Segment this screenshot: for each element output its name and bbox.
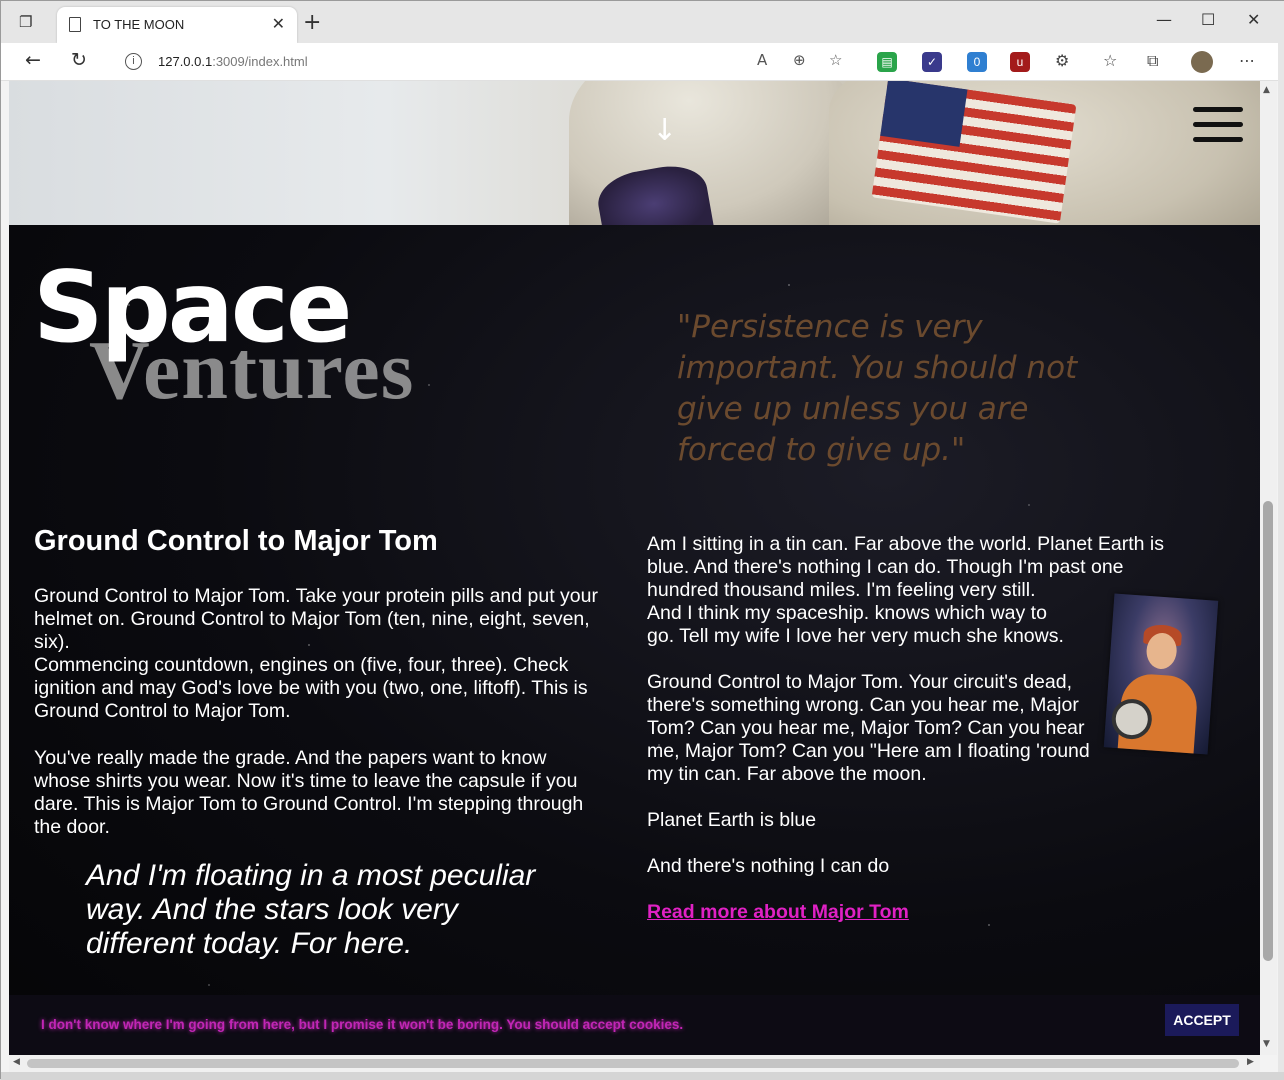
right-paragraph-3: Planet Earth is blue [647,809,817,831]
left-paragraph-2: You've really made the grade. And the pa… [34,747,584,838]
cookie-text: I don't know where I'm going from here, … [41,1017,684,1032]
scroll-down-icon[interactable]: ▼ [1263,1039,1270,1049]
hero-image: ↓ [9,81,1260,225]
url-text[interactable]: 127.0.0.1:3009/index.html [158,54,308,69]
right-paragraph-1: Am I sitting in a tin can. Far above the… [647,533,1164,647]
scroll-up-icon[interactable]: ▲ [1263,85,1270,95]
close-tab-icon[interactable]: ✕ [272,14,285,33]
tab-actions-icon[interactable]: ❐ [19,13,37,31]
right-paragraph-2: Ground Control to Major Tom. Your circui… [647,671,1090,785]
extension-badge-icon[interactable]: 0 [967,52,987,72]
tab-strip: ❐ TO THE MOON ✕ + — ☐ ✕ [1,1,1284,43]
scroll-left-icon[interactable]: ◀ [13,1057,20,1067]
horizontal-scrollbar[interactable]: ◀ ▶ [9,1055,1260,1072]
read-aloud-icon[interactable]: A [757,51,767,69]
site-info-icon[interactable]: i [125,53,142,70]
space-section: Ventures Space "Persistence is very impo… [9,225,1260,1055]
new-tab-button[interactable]: + [303,10,321,35]
more-menu-icon[interactable]: ⋯ [1239,51,1255,70]
browser-window: ❐ TO THE MOON ✕ + — ☐ ✕ ← ↻ i 127.0.0.1:… [0,0,1284,1080]
accept-cookies-button[interactable]: ACCEPT [1165,1004,1239,1036]
minimize-icon[interactable]: — [1156,10,1172,29]
section-heading: Ground Control to Major Tom [34,525,438,557]
address-bar[interactable]: i 127.0.0.1:3009/index.html A ⊕ ☆ [109,47,869,77]
tab-title: TO THE MOON [93,17,185,32]
refresh-icon[interactable]: ↻ [71,49,87,71]
close-window-icon[interactable]: ✕ [1247,10,1260,29]
ublock-icon[interactable]: u [1010,52,1030,72]
major-tom-portrait [1103,593,1219,755]
browser-toolbar: ← ↻ i 127.0.0.1:3009/index.html A ⊕ ☆ ▤ … [1,43,1284,81]
page-icon [69,17,81,32]
zoom-icon[interactable]: ⊕ [793,51,806,69]
quote: "Persistence is very important. You shou… [677,309,1078,468]
add-favorite-icon[interactable]: ☆ [829,51,842,69]
brand-primary: Space [33,251,352,365]
favorites-icon[interactable]: ☆ [1103,51,1117,70]
read-more-link[interactable]: Read more about Major Tom [647,901,909,924]
scroll-right-icon[interactable]: ▶ [1247,1057,1254,1067]
extensions-icon[interactable]: ⚙ [1055,51,1069,70]
page-viewport: ↓ Ventures Space "Persistence is very im… [9,81,1260,1055]
extension-checker-icon[interactable]: ✓ [922,52,942,72]
avatar[interactable] [1191,51,1213,73]
scroll-down-arrow-icon[interactable]: ↓ [652,113,677,148]
maximize-icon[interactable]: ☐ [1201,10,1215,29]
hamburger-menu-icon[interactable] [1193,107,1243,143]
vertical-scroll-thumb[interactable] [1263,501,1273,961]
horizontal-scroll-thumb[interactable] [27,1059,1239,1068]
extension-green-icon[interactable]: ▤ [877,52,897,72]
pull-quote: And I'm floating in a most peculiar way.… [86,859,536,960]
right-paragraph-4: And there's nothing I can do [647,855,890,877]
left-paragraph-1: Ground Control to Major Tom. Take your p… [34,585,598,722]
window-edge [1278,1,1284,1080]
tab-to-the-moon[interactable]: TO THE MOON ✕ [57,7,297,43]
cookie-banner: I don't know where I'm going from here, … [9,995,1260,1055]
vertical-scrollbar[interactable]: ▲ ▼ [1260,81,1277,1055]
back-icon[interactable]: ← [25,49,41,71]
collections-icon[interactable]: ⧉ [1147,51,1158,71]
